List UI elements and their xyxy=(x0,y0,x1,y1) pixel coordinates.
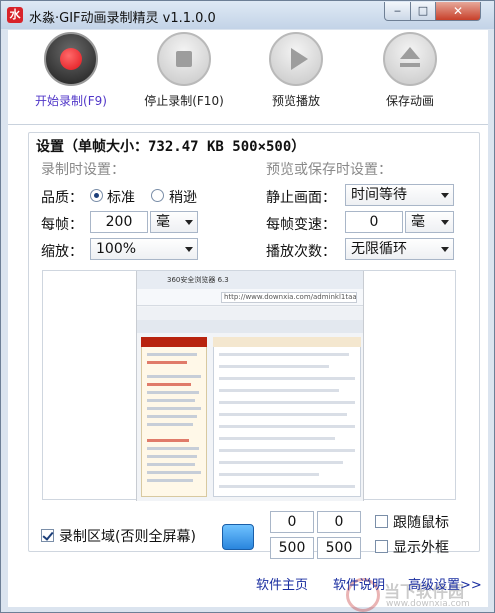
show-frame-checkbox[interactable] xyxy=(375,540,388,553)
capture-preview: 360安全浏览器 6.3 http://www.downxia.com/admi… xyxy=(42,270,456,501)
quality-lower-label[interactable]: 稍逊 xyxy=(169,187,197,207)
record-region-label[interactable]: 录制区域(否则全屏幕) xyxy=(59,526,196,546)
preview-screenshot: 360安全浏览器 6.3 http://www.downxia.com/admi… xyxy=(136,271,364,501)
scale-label: 缩放： xyxy=(41,244,83,260)
stop-icon xyxy=(157,32,211,86)
frame-interval-input[interactable]: 200 xyxy=(90,211,148,233)
frame-unit-value: 毫 xyxy=(156,214,170,230)
chevron-down-icon xyxy=(185,220,193,225)
client-area: 开始录制(F9) 停止录制(F10) 预览播放 保存动画 设置（单帧大小：732… xyxy=(8,30,488,612)
eject-icon xyxy=(383,32,437,86)
stop-record-label: 停止录制(F10) xyxy=(144,94,224,108)
still-frame-value: 时间等待 xyxy=(351,187,407,203)
speed-unit-value: 毫 xyxy=(411,214,425,230)
preview-browser-url: http://www.downxia.com/adminkl1taab xyxy=(221,292,357,303)
save-animation-button[interactable]: 保存动画 xyxy=(365,32,455,109)
show-frame-label[interactable]: 显示外框 xyxy=(393,537,449,557)
minimize-button[interactable]: ‒ xyxy=(384,2,411,21)
record-icon xyxy=(44,32,98,86)
quality-label: 品质： xyxy=(41,190,83,206)
software-home-link[interactable]: 软件主页 xyxy=(256,574,308,593)
speed-change-label: 每帧变速： xyxy=(266,217,336,233)
preview-play-label: 预览播放 xyxy=(271,94,320,108)
record-settings-heading: 录制时设置： xyxy=(41,162,125,178)
window-title: 水淼·GIF动画录制精灵 v1.1.0.0 xyxy=(29,11,216,26)
advanced-settings-link[interactable]: 高级设置>> xyxy=(408,574,482,593)
quality-lower-radio[interactable] xyxy=(151,189,164,202)
record-region-checkbox[interactable] xyxy=(41,529,54,542)
app-window: 水 水淼·GIF动画录制精灵 v1.1.0.0 ‒ □ ✕ 开始录制(F9) 停… xyxy=(0,0,495,613)
title-bar[interactable]: 水 水淼·GIF动画录制精灵 v1.1.0.0 ‒ □ ✕ xyxy=(1,1,494,29)
follow-mouse-checkbox[interactable] xyxy=(375,515,388,528)
start-record-label: 开始录制(F9) xyxy=(35,94,107,108)
region-y-input[interactable]: 0 xyxy=(317,511,361,533)
preview-play-button[interactable]: 预览播放 xyxy=(251,32,341,109)
chevron-down-icon xyxy=(441,193,449,198)
preview-browser-title: 360安全浏览器 6.3 xyxy=(167,276,229,284)
frame-unit-select[interactable]: 毫 xyxy=(150,211,198,233)
preview-settings-heading: 预览或保存时设置： xyxy=(266,162,392,178)
chevron-down-icon xyxy=(185,247,193,252)
follow-mouse-label[interactable]: 跟随鼠标 xyxy=(393,512,449,532)
start-record-button[interactable]: 开始录制(F9) xyxy=(26,32,116,109)
region-x-input[interactable]: 0 xyxy=(270,511,314,533)
settings-title: 设置（单帧大小：732.47 KB 500×500） xyxy=(36,139,306,155)
play-icon xyxy=(269,32,323,86)
speed-change-input[interactable]: 0 xyxy=(345,211,403,233)
chevron-down-icon xyxy=(441,247,449,252)
play-count-value: 无限循环 xyxy=(351,241,407,257)
maximize-button[interactable]: □ xyxy=(410,2,436,21)
toolbar-divider xyxy=(8,124,488,125)
stop-record-button[interactable]: 停止录制(F10) xyxy=(139,32,229,109)
play-count-select[interactable]: 无限循环 xyxy=(345,238,454,260)
still-frame-label: 静止画面： xyxy=(266,190,336,206)
speed-unit-select[interactable]: 毫 xyxy=(405,211,454,233)
save-animation-label: 保存动画 xyxy=(385,94,434,108)
region-select-button[interactable] xyxy=(222,524,254,550)
region-width-input[interactable]: 500 xyxy=(270,537,314,559)
region-height-input[interactable]: 500 xyxy=(317,537,361,559)
still-frame-select[interactable]: 时间等待 xyxy=(345,184,454,206)
scale-select[interactable]: 100% xyxy=(90,238,198,260)
app-icon: 水 xyxy=(7,7,23,23)
chevron-down-icon xyxy=(441,220,449,225)
quality-standard-radio[interactable] xyxy=(90,189,103,202)
play-count-label: 播放次数： xyxy=(266,244,336,260)
quality-standard-label[interactable]: 标准 xyxy=(107,187,135,207)
scale-value: 100% xyxy=(96,241,137,257)
software-help-link[interactable]: 软件说明 xyxy=(333,574,385,593)
watermark-sub: www.downxia.com xyxy=(386,599,470,609)
close-button[interactable]: ✕ xyxy=(435,2,481,21)
frame-interval-label: 每帧： xyxy=(41,217,83,233)
